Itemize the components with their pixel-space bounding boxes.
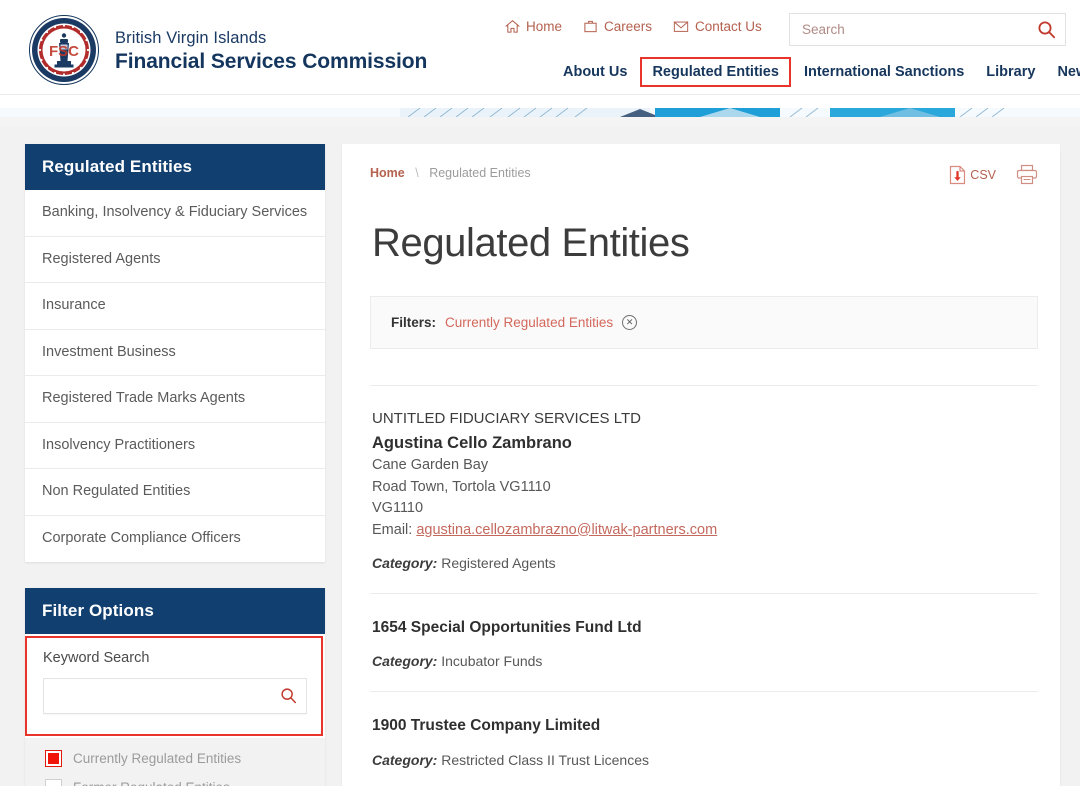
nav-item-news[interactable]: News	[1046, 58, 1080, 86]
active-filters-bar: Filters: Currently Regulated Entities ✕	[370, 296, 1038, 349]
search-icon	[1037, 21, 1055, 39]
close-circle-icon[interactable]: ✕	[622, 315, 638, 330]
filters-label: Filters:	[391, 315, 437, 330]
entity-email-row: Email: agustina.cellozambrazno@litwak-pa…	[372, 520, 1038, 541]
breadcrumb-current: Regulated Entities	[429, 166, 531, 180]
entity-email-label: Email:	[372, 521, 413, 538]
filter-checkbox-list: Currently Regulated Entities Former Regu…	[25, 737, 325, 786]
hero-banner-strip	[0, 95, 1080, 126]
main-nav: About Us Regulated Entities Internationa…	[552, 57, 1080, 87]
breadcrumb-home-link[interactable]: Home	[370, 166, 405, 180]
csv-download-icon	[950, 165, 966, 184]
entity-list-item[interactable]: 1654 Special Opportunities Fund Ltd Cate…	[370, 593, 1038, 691]
home-icon	[505, 20, 520, 33]
page-root: FSC British Virgin Islands Financial Ser…	[0, 0, 1080, 786]
sidebar-item-corporate-compliance-officers[interactable]: Corporate Compliance Officers	[25, 515, 325, 562]
main-content: Home \ Regulated Entities CSV Regulated …	[342, 144, 1060, 786]
brand-text: British Virgin Islands Financial Service…	[115, 25, 427, 75]
print-button[interactable]	[1016, 164, 1038, 185]
entity-person-name: Agustina Cello Zambrano	[372, 433, 572, 452]
keyword-search-field[interactable]	[43, 677, 307, 714]
entity-address-line-1: Cane Garden Bay	[372, 457, 489, 474]
sidebar-item-insurance[interactable]: Insurance	[25, 283, 325, 330]
sidebar-nav-list: Banking, Insolvency & Fiduciary Services…	[25, 190, 325, 562]
csv-download-label: CSV	[970, 167, 996, 182]
nav-item-about-us[interactable]: About Us	[552, 58, 638, 86]
keyword-search-input[interactable]	[44, 678, 270, 713]
entity-category-value: Restricted Class II Trust Licences	[441, 751, 649, 768]
active-filters-inner: Filters: Currently Regulated Entities ✕	[391, 315, 1017, 330]
sidebar-item-insolvency-practitioners[interactable]: Insolvency Practitioners	[25, 422, 325, 470]
printer-icon	[1016, 164, 1038, 185]
search-submit-button[interactable]	[1027, 14, 1065, 45]
checkbox-checked-icon[interactable]	[45, 749, 62, 767]
header-search[interactable]	[789, 13, 1066, 46]
sidebar-item-registered-trade-marks-agents[interactable]: Registered Trade Marks Agents	[25, 376, 325, 423]
filter-checkbox-former-regulated[interactable]: Former Regulated Entities	[45, 778, 307, 786]
page-body: Regulated Entities Banking, Insolvency &…	[0, 126, 1080, 786]
entity-address-line-2: Road Town, Tortola VG1110	[372, 478, 551, 495]
entity-category-row: Category: Incubator Funds	[372, 653, 1038, 669]
sidebar-nav-title: Regulated Entities	[25, 144, 325, 190]
brand-line-2: Financial Services Commission	[115, 49, 428, 73]
nav-item-international-sanctions[interactable]: International Sanctions	[793, 58, 975, 86]
search-icon	[280, 688, 296, 704]
csv-download-button[interactable]: CSV	[949, 165, 996, 185]
breadcrumb-separator: \	[415, 166, 419, 180]
document-actions: CSV	[949, 162, 1038, 185]
sidebar-item-investment-business[interactable]: Investment Business	[25, 329, 325, 377]
entity-email-link[interactable]: agustina.cellozambrazno@litwak-partners.…	[416, 522, 717, 538]
content-top-bar: Home \ Regulated Entities CSV	[370, 162, 1038, 185]
utility-nav: Home Careers Contact Us	[505, 19, 762, 34]
nav-item-library[interactable]: Library	[975, 58, 1046, 86]
entity-category-row: Category: Registered Agents	[372, 555, 1038, 571]
keyword-search-label: Keyword Search	[43, 649, 150, 666]
util-link-home-label: Home	[526, 19, 563, 34]
entity-category-value: Incubator Funds	[441, 653, 543, 670]
sidebar-item-non-regulated-entities[interactable]: Non Regulated Entities	[25, 469, 325, 516]
filter-checkbox-former-regulated-label: Former Regulated Entities	[73, 780, 230, 786]
entity-name: 1900 Trustee Company Limited	[372, 717, 601, 735]
util-link-contact[interactable]: Contact Us	[673, 19, 762, 34]
filter-options-panel: Filter Options Keyword Search Currently …	[25, 587, 325, 786]
util-link-careers[interactable]: Careers	[583, 19, 652, 34]
filter-checkbox-currently-regulated-label: Currently Regulated Entities	[73, 750, 242, 766]
sidebar-item-registered-agents[interactable]: Registered Agents	[25, 236, 325, 284]
svg-text:FSC: FSC	[49, 43, 79, 60]
checkbox-unchecked-icon[interactable]	[45, 778, 62, 786]
briefcase-icon	[584, 20, 597, 33]
util-link-careers-label: Careers	[604, 19, 653, 34]
brand-line-1: British Virgin Islands	[115, 29, 267, 48]
brand-logo[interactable]: FSC British Virgin Islands Financial Ser…	[27, 13, 427, 87]
filter-options-title: Filter Options	[25, 587, 325, 634]
entity-organisation: UNTITLED FIDUCIARY SERVICES LTD	[372, 410, 641, 427]
nav-item-regulated-entities[interactable]: Regulated Entities	[640, 57, 791, 87]
util-link-contact-label: Contact Us	[695, 19, 762, 34]
sidebar-nav-panel: Regulated Entities Banking, Insolvency &…	[25, 144, 325, 562]
keyword-search-section: Keyword Search	[25, 633, 325, 738]
filter-tag-currently-regulated[interactable]: Currently Regulated Entities	[445, 315, 613, 330]
search-input[interactable]	[790, 14, 1027, 45]
page-title: Regulated Entities	[372, 221, 690, 265]
entity-list-item[interactable]: UNTITLED FIDUCIARY SERVICES LTD Agustina…	[370, 385, 1038, 593]
breadcrumb: Home \ Regulated Entities	[370, 162, 531, 180]
entity-category-value: Registered Agents	[441, 555, 556, 572]
bvi-fsc-seal-icon: FSC	[27, 13, 101, 87]
entity-address-line-3: VG1110	[372, 500, 424, 517]
sidebar-item-banking-insolvency-fiduciary-services[interactable]: Banking, Insolvency & Fiduciary Services	[25, 190, 325, 237]
envelope-icon	[673, 21, 689, 32]
site-header: FSC British Virgin Islands Financial Ser…	[0, 0, 1080, 95]
keyword-search-button[interactable]	[270, 679, 306, 713]
entity-list-item[interactable]: 1900 Trustee Company Limited Category: R…	[370, 691, 1038, 786]
filter-checkbox-currently-regulated[interactable]: Currently Regulated Entities	[45, 749, 307, 767]
entity-category-row: Category: Restricted Class II Trust Lice…	[372, 752, 1038, 768]
util-link-home[interactable]: Home	[505, 19, 562, 34]
entity-category-label: Category:	[372, 653, 438, 670]
entity-category-label: Category:	[372, 555, 438, 572]
entity-name: 1654 Special Opportunities Fund Ltd	[372, 619, 642, 637]
banner-image	[0, 95, 1080, 126]
sidebar: Regulated Entities Banking, Insolvency &…	[25, 144, 325, 786]
entity-category-label: Category:	[372, 751, 438, 768]
